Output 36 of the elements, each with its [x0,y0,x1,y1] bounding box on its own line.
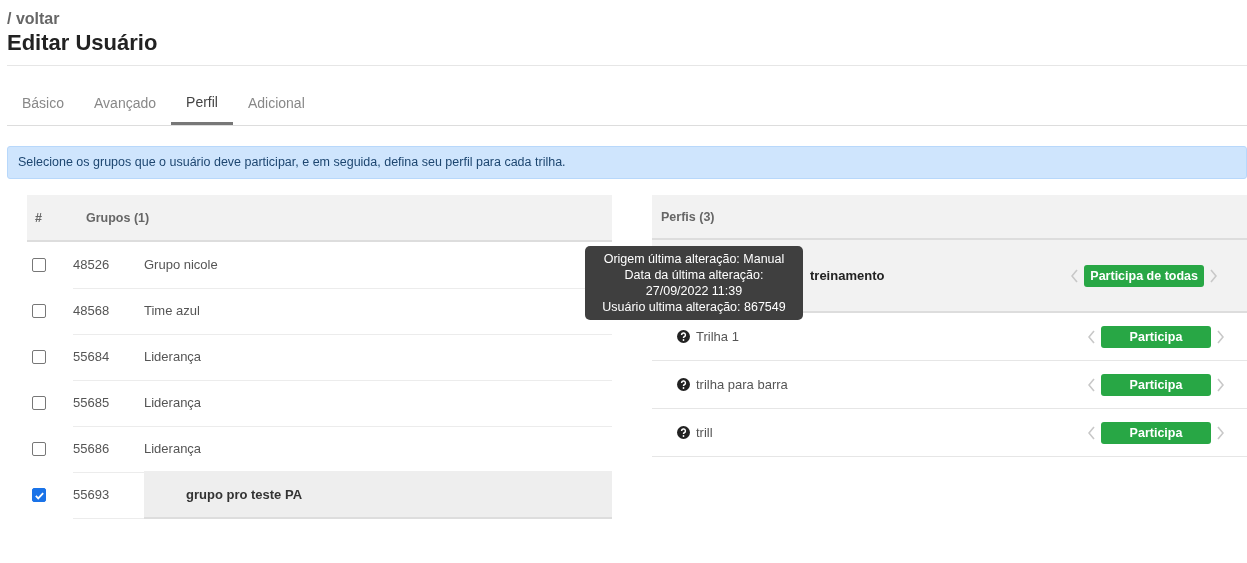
table-cell: 48568 [73,287,144,335]
table-cell: 55686 [73,425,144,473]
tab[interactable]: Avançado [79,81,172,125]
table-cell: 55684 [73,333,144,381]
table-cell: grupo pro teste PA [144,471,612,519]
track-name: Trilha 1 [696,329,740,344]
info-alert: Selecione os grupos que o usuário deve participar, e em seguida, defina seu perfil para cada trilha. [7,146,1247,179]
column-header: # [34,210,43,225]
tab[interactable]: Básico [7,81,80,125]
help-icon[interactable] [677,330,690,343]
checkbox[interactable] [32,258,46,272]
checkbox[interactable] [32,396,46,410]
profile-badge[interactable]: Participa [1101,421,1211,444]
checkbox[interactable] [32,304,46,318]
column-header: Grupos (1) [86,210,150,225]
profile-badge[interactable]: Participa [1101,373,1211,396]
checkbox[interactable] [32,350,46,364]
checkbox[interactable] [32,488,46,502]
checkbox[interactable] [32,442,46,456]
track-name: trilha para barra [696,377,789,392]
tab[interactable]: Perfil [171,81,233,125]
tab[interactable]: Adicional [232,81,320,125]
track-name: trill [696,425,714,440]
profile-badge[interactable]: Participa de todas [1084,264,1204,287]
table-cell: 48526 [73,241,144,289]
panel-header: Perfis (3) [652,195,1247,240]
group-name: treinamento [810,268,886,283]
help-icon[interactable] [677,378,690,391]
page-title: Editar Usuário [7,29,159,57]
help-icon[interactable] [677,426,690,439]
table-cell: Liderança [144,379,612,427]
back-link[interactable]: / voltar [7,9,60,29]
tooltip: Origem última alteração: Manual Data da última alteração: 27/09/2022 11:39 Usuário ultima alteração: 867549 [585,246,803,320]
table-cell: 55685 [73,379,144,427]
table-cell: Liderança [144,333,612,381]
profile-badge[interactable]: Participa [1101,325,1211,348]
